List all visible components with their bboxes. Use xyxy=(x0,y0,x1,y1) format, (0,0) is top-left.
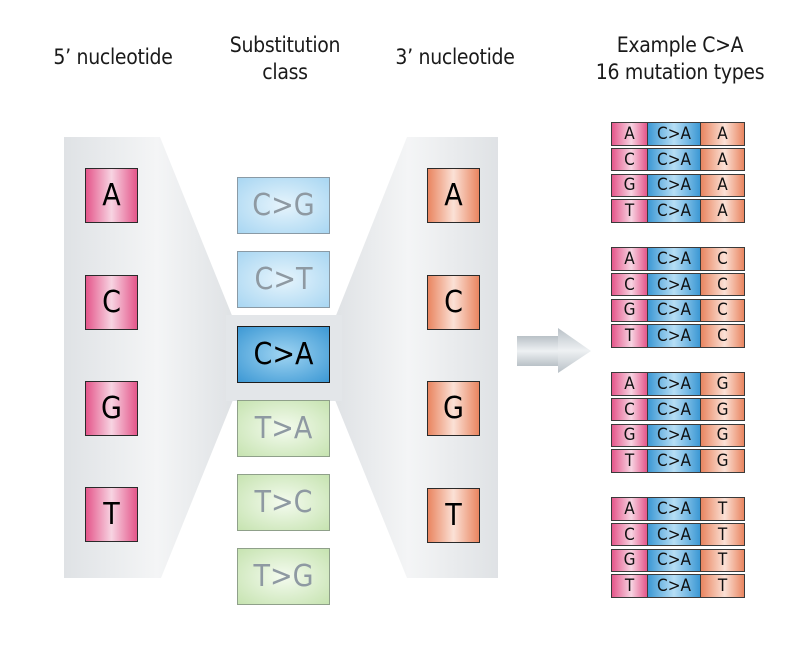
three-prime-base: T xyxy=(701,498,744,520)
substitution-class: T>C xyxy=(237,474,330,531)
substitution-class: T>G xyxy=(237,548,330,605)
five-prime-base: A xyxy=(612,248,648,270)
three-prime-base: C xyxy=(701,325,744,347)
substitution: C>A xyxy=(648,575,701,597)
mutation-type-row: T C>A T xyxy=(611,574,745,598)
three-prime-nucleotide: T xyxy=(427,488,480,543)
substitution: C>A xyxy=(648,523,701,546)
five-prime-nucleotide: C xyxy=(85,275,138,330)
three-prime-nucleotide: A xyxy=(427,168,480,223)
five-prime-base: T xyxy=(612,450,648,472)
heading-line: Substitution xyxy=(229,33,341,57)
three-prime-base: T xyxy=(701,575,744,597)
mutation-group: A C>A T C C>A T G C>A T T C>A T xyxy=(611,497,745,600)
five-prime-base: T xyxy=(612,325,648,347)
three-prime-base: A xyxy=(701,200,744,222)
mutation-type-row: C C>A T xyxy=(611,522,745,547)
substitution: C>A xyxy=(648,325,701,347)
three-prime-base: G xyxy=(701,373,744,395)
mutation-type-row: T C>A G xyxy=(611,449,745,473)
substitution: C>A xyxy=(648,498,701,520)
substitution-class: C>G xyxy=(237,177,330,234)
three-prime-base: C xyxy=(701,299,744,322)
three-prime-base: G xyxy=(701,450,744,472)
mutation-type-row: T C>A C xyxy=(611,324,745,348)
mutation-group: A C>A G C C>A G G C>A G T C>A G xyxy=(611,372,745,475)
substitution: C>A xyxy=(648,549,701,572)
mutation-type-row: C C>A C xyxy=(611,272,745,297)
mutation-group: A C>A A C C>A A G C>A A T C>A A xyxy=(611,122,745,225)
three-prime-base: C xyxy=(701,248,744,270)
five-prime-nucleotide: G xyxy=(85,381,138,436)
five-prime-base: G xyxy=(612,299,648,322)
substitution-class: T>A xyxy=(237,400,330,457)
substitution: C>A xyxy=(648,200,701,222)
substitution: C>A xyxy=(648,123,701,145)
heading-line: 16 mutation types xyxy=(595,60,765,84)
three-prime-base: C xyxy=(701,273,744,296)
five-prime-base: G xyxy=(612,174,648,197)
substitution-class: C>T xyxy=(237,251,330,308)
three-prime-base: G xyxy=(701,398,744,421)
substitution: C>A xyxy=(648,148,701,171)
substitution: C>A xyxy=(648,424,701,447)
three-prime-base: A xyxy=(701,148,744,171)
right-arrow-icon xyxy=(517,328,591,373)
three-prime-base: G xyxy=(701,424,744,447)
mutation-type-row: T C>A A xyxy=(611,199,745,223)
heading-three-prime: 3’ nucleotide xyxy=(370,44,540,71)
five-prime-base: G xyxy=(612,549,648,572)
five-prime-base: C xyxy=(612,273,648,296)
heading-substitution-class: Substitution class xyxy=(205,32,365,86)
heading-five-prime: 5’ nucleotide xyxy=(28,44,198,71)
substitution: C>A xyxy=(648,450,701,472)
heading-example: Example C>A 16 mutation types xyxy=(580,32,780,86)
five-prime-base: A xyxy=(612,123,648,145)
three-prime-base: A xyxy=(701,123,744,145)
five-prime-nucleotide: T xyxy=(85,487,138,542)
five-prime-base: G xyxy=(612,424,648,447)
mutation-type-row: G C>A T xyxy=(611,548,745,573)
mutation-type-row: G C>A C xyxy=(611,298,745,323)
mutation-type-row: A C>A A xyxy=(611,122,745,146)
three-prime-base: A xyxy=(701,174,744,197)
substitution: C>A xyxy=(648,174,701,197)
three-prime-nucleotide: C xyxy=(427,275,480,330)
substitution: C>A xyxy=(648,299,701,322)
mutation-type-row: A C>A C xyxy=(611,247,745,271)
five-prime-base: T xyxy=(612,200,648,222)
five-prime-base: A xyxy=(612,373,648,395)
five-prime-base: C xyxy=(612,523,648,546)
three-prime-nucleotide: G xyxy=(427,381,480,436)
five-prime-nucleotide: A xyxy=(85,168,138,223)
substitution: C>A xyxy=(648,398,701,421)
heading-line: 5’ nucleotide xyxy=(53,45,173,69)
substitution: C>A xyxy=(648,248,701,270)
mutation-group: A C>A C C C>A C G C>A C T C>A C xyxy=(611,247,745,350)
five-prime-base: C xyxy=(612,148,648,171)
three-prime-base: T xyxy=(701,549,744,572)
three-prime-base: T xyxy=(701,523,744,546)
heading-line: class xyxy=(262,60,308,84)
substitution-class-selected: C>A xyxy=(237,326,330,383)
substitution: C>A xyxy=(648,373,701,395)
mutation-type-row: C C>A A xyxy=(611,147,745,172)
mutation-type-row: A C>A T xyxy=(611,497,745,521)
heading-line: Example C>A xyxy=(616,33,744,57)
five-prime-base: C xyxy=(612,398,648,421)
substitution: C>A xyxy=(648,273,701,296)
mutation-type-row: C C>A G xyxy=(611,397,745,422)
mutation-type-row: G C>A G xyxy=(611,423,745,448)
five-prime-base: A xyxy=(612,498,648,520)
five-prime-base: T xyxy=(612,575,648,597)
mutation-type-row: A C>A G xyxy=(611,372,745,396)
heading-line: 3’ nucleotide xyxy=(395,45,515,69)
mutation-type-row: G C>A A xyxy=(611,173,745,198)
